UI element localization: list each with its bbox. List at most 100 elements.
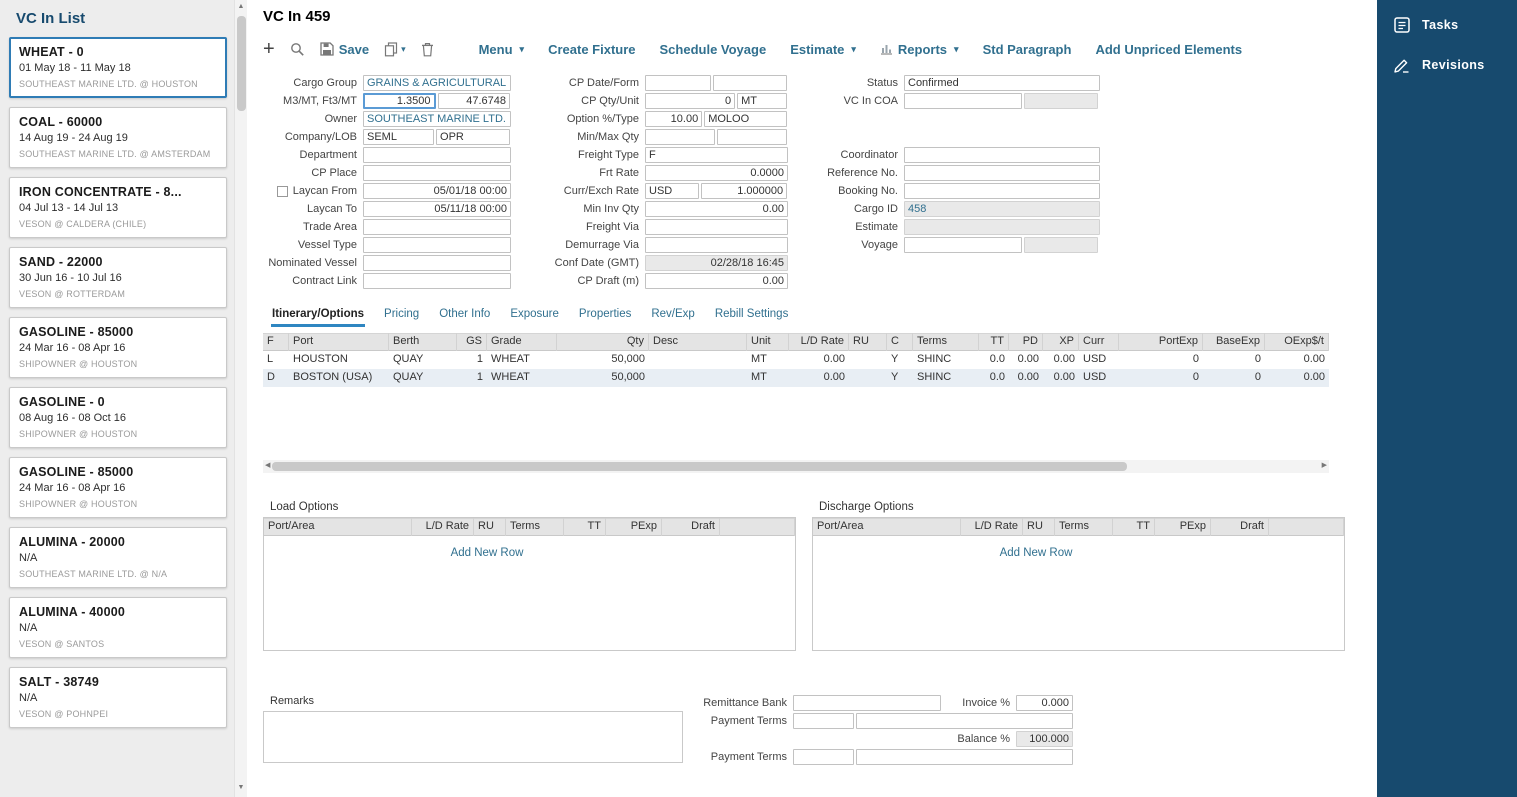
status-field[interactable]: Confirmed: [904, 75, 1100, 91]
list-scrollbar[interactable]: ▲ ▼: [234, 0, 247, 797]
column-header-portexp[interactable]: PortExp: [1119, 333, 1203, 351]
column-header-f[interactable]: F: [263, 333, 289, 351]
save-button[interactable]: Save: [320, 42, 369, 57]
tab-exposure[interactable]: Exposure: [509, 305, 560, 327]
toolbar-estimate-button[interactable]: Estimate▾: [790, 42, 856, 57]
toolbar-schedule-voyage-button[interactable]: Schedule Voyage: [660, 42, 767, 57]
column-header-ru[interactable]: RU: [849, 333, 887, 351]
scroll-left-arrow-icon[interactable]: ◀: [265, 461, 270, 473]
laycan-checkbox[interactable]: [277, 186, 288, 197]
toolbar-std-paragraph-button[interactable]: Std Paragraph: [983, 42, 1072, 57]
company-lob-field-1[interactable]: SEML: [363, 129, 434, 145]
curr-exch-rate-field-1[interactable]: USD: [645, 183, 699, 199]
m3-mt-ft3-mt-field-2[interactable]: 47.6748: [438, 93, 511, 109]
column-header-tt[interactable]: TT: [979, 333, 1009, 351]
freight-type-field[interactable]: F: [645, 147, 788, 163]
min-inv-qty-field[interactable]: 0.00: [645, 201, 788, 217]
laycan-to-field[interactable]: 05/11/18 00:00: [363, 201, 511, 217]
toolbar-add-unpriced-elements-button[interactable]: Add Unpriced Elements: [1095, 42, 1242, 57]
sidebar-item-revisions[interactable]: Revisions: [1393, 56, 1517, 74]
column-header-pexp[interactable]: PExp: [1155, 518, 1211, 536]
scrollbar-thumb[interactable]: [272, 462, 1127, 471]
column-header-berth[interactable]: Berth: [389, 333, 457, 351]
column-header-port[interactable]: Port: [289, 333, 389, 351]
trade-area-field[interactable]: [363, 219, 511, 235]
toolbar-reports-button[interactable]: Reports▾: [880, 42, 959, 57]
sidebar-item-tasks[interactable]: Tasks: [1393, 16, 1517, 34]
toolbar-menu-button[interactable]: Menu▾: [479, 42, 524, 57]
search-icon[interactable]: [290, 42, 305, 57]
cargo-group-field[interactable]: GRAINS & AGRICULTURAL: [363, 75, 511, 91]
remittance-bank-field[interactable]: [793, 695, 941, 711]
delete-button[interactable]: [421, 42, 434, 57]
tab-rev-exp[interactable]: Rev/Exp: [650, 305, 695, 327]
column-header-port-area[interactable]: Port/Area: [264, 518, 412, 536]
invoice-pct-field[interactable]: 0.000: [1016, 695, 1073, 711]
cp-draft-m-field[interactable]: 0.00: [645, 273, 788, 289]
scroll-down-arrow-icon[interactable]: ▼: [238, 783, 245, 795]
column-header-ru[interactable]: RU: [474, 518, 506, 536]
list-item[interactable]: GASOLINE - 8500024 Mar 16 - 08 Apr 16SHI…: [9, 317, 227, 378]
column-header-qty[interactable]: Qty: [557, 333, 649, 351]
list-item[interactable]: SALT - 38749N/AVESON @ POHNPEI: [9, 667, 227, 728]
itinerary-h-scrollbar[interactable]: ◀ ▶: [263, 460, 1329, 473]
company-lob-field-2[interactable]: OPR: [436, 129, 510, 145]
column-header-pd[interactable]: PD: [1009, 333, 1043, 351]
min-max-qty-field-2[interactable]: [717, 129, 787, 145]
owner-field[interactable]: SOUTHEAST MARINE LTD.: [363, 111, 511, 127]
cp-date-form-field-2[interactable]: [713, 75, 787, 91]
department-field[interactable]: [363, 147, 511, 163]
tab-properties[interactable]: Properties: [578, 305, 632, 327]
column-header-blank[interactable]: [1269, 518, 1344, 536]
list-item[interactable]: WHEAT - 001 May 18 - 11 May 18SOUTHEAST …: [9, 37, 227, 98]
itinerary-row[interactable]: DBOSTON (USA)QUAY1WHEAT50,000MT0.00YSHIN…: [263, 369, 1329, 387]
column-header-oexp-t[interactable]: OExp$/t: [1265, 333, 1329, 351]
scrollbar-thumb[interactable]: [237, 16, 246, 111]
scroll-up-arrow-icon[interactable]: ▲: [238, 2, 245, 14]
tab-rebill-settings[interactable]: Rebill Settings: [714, 305, 790, 327]
vc-in-coa-field-1[interactable]: [904, 93, 1022, 109]
reference-no-field[interactable]: [904, 165, 1100, 181]
add-button[interactable]: +: [263, 41, 275, 57]
list-item[interactable]: GASOLINE - 008 Aug 16 - 08 Oct 16SHIPOWN…: [9, 387, 227, 448]
min-max-qty-field-1[interactable]: [645, 129, 715, 145]
list-item[interactable]: IRON CONCENTRATE - 8...04 Jul 13 - 14 Ju…: [9, 177, 227, 238]
vessel-type-field[interactable]: [363, 237, 511, 253]
column-header-tt[interactable]: TT: [564, 518, 606, 536]
payment-terms-2-code-field[interactable]: [793, 749, 854, 765]
option-type-field-1[interactable]: 10.00: [645, 111, 702, 127]
cp-place-field[interactable]: [363, 165, 511, 181]
column-header-ru[interactable]: RU: [1023, 518, 1055, 536]
payment-terms-desc-field[interactable]: [856, 713, 1073, 729]
column-header-terms[interactable]: Terms: [913, 333, 979, 351]
copy-button[interactable]: ▾: [384, 42, 406, 57]
column-header-draft[interactable]: Draft: [662, 518, 720, 536]
remarks-textarea[interactable]: [263, 711, 683, 763]
column-header-port-area[interactable]: Port/Area: [813, 518, 961, 536]
scroll-right-arrow-icon[interactable]: ▶: [1322, 461, 1327, 473]
tab-other-info[interactable]: Other Info: [438, 305, 491, 327]
curr-exch-rate-field-2[interactable]: 1.000000: [701, 183, 787, 199]
list-item[interactable]: COAL - 6000014 Aug 19 - 24 Aug 19SOUTHEA…: [9, 107, 227, 168]
column-header-pexp[interactable]: PExp: [606, 518, 662, 536]
m3-mt-ft3-mt-field-1[interactable]: 1.3500: [363, 93, 436, 109]
column-header-l-d-rate[interactable]: L/D Rate: [961, 518, 1023, 536]
voyage-field-1[interactable]: [904, 237, 1022, 253]
column-header-l-d-rate[interactable]: L/D Rate: [789, 333, 849, 351]
add-new-row-link[interactable]: Add New Row: [813, 547, 1344, 559]
nominated-vessel-field[interactable]: [363, 255, 511, 271]
column-header-grade[interactable]: Grade: [487, 333, 557, 351]
column-header-c[interactable]: C: [887, 333, 913, 351]
list-item[interactable]: SAND - 2200030 Jun 16 - 10 Jul 16VESON @…: [9, 247, 227, 308]
freight-via-field[interactable]: [645, 219, 788, 235]
tab-itinerary-options[interactable]: Itinerary/Options: [271, 305, 365, 327]
coordinator-field[interactable]: [904, 147, 1100, 163]
add-new-row-link[interactable]: Add New Row: [264, 547, 795, 559]
payment-terms-2-desc-field[interactable]: [856, 749, 1073, 765]
option-type-field-2[interactable]: MOLOO: [704, 111, 787, 127]
column-header-desc[interactable]: Desc: [649, 333, 747, 351]
booking-no-field[interactable]: [904, 183, 1100, 199]
itinerary-row[interactable]: LHOUSTONQUAY1WHEAT50,000MT0.00YSHINC0.00…: [263, 351, 1329, 369]
cp-qty-unit-field-1[interactable]: 0: [645, 93, 735, 109]
list-item[interactable]: ALUMINA - 40000N/AVESON @ SANTOS: [9, 597, 227, 658]
